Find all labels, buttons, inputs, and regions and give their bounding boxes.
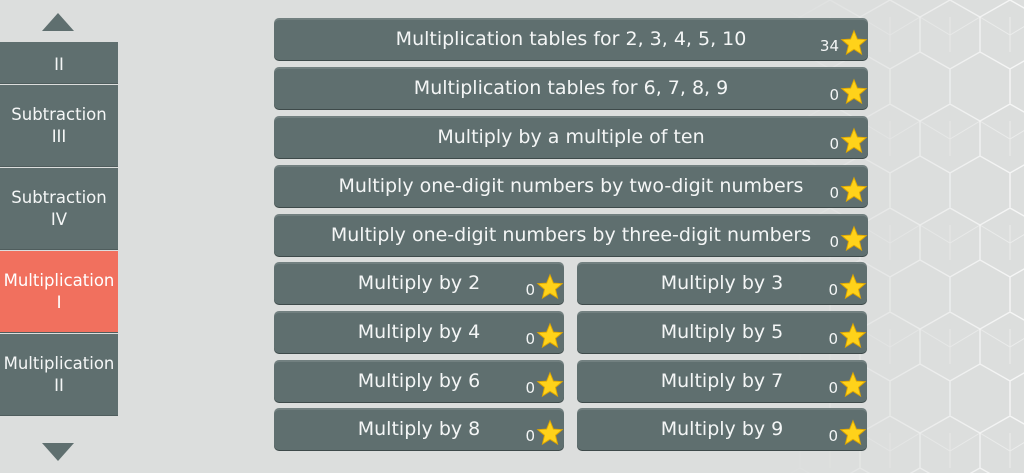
lesson-score: 0 [828, 319, 867, 353]
star-count: 0 [525, 330, 535, 348]
star-count: 0 [828, 427, 838, 445]
lesson-title: Multiplication tables for 6, 7, 8, 9 [413, 77, 729, 99]
triangle-down-icon [42, 443, 74, 461]
star-icon [840, 78, 868, 105]
star-icon [839, 371, 867, 398]
lesson-button-multiply-by-8[interactable]: Multiply by 8 0 [274, 408, 564, 450]
category-item-line1: Subtraction [11, 187, 107, 207]
category-item-multiplication-i[interactable]: Multiplication I [0, 251, 118, 333]
lesson-score: 0 [828, 270, 867, 304]
star-count: 0 [828, 330, 838, 348]
lesson-score: 0 [525, 319, 564, 353]
star-icon [839, 273, 867, 300]
category-sidebar: II Subtraction III Subtraction IV Multip… [0, 0, 118, 473]
category-item-line2: II [54, 375, 64, 395]
category-item-subtraction-iii[interactable]: Subtraction III [0, 85, 118, 167]
lesson-button-multiply-by-7[interactable]: Multiply by 7 0 [577, 360, 867, 402]
category-item-line1: Multiplication [3, 270, 115, 290]
category-list: II Subtraction III Subtraction IV Multip… [0, 42, 118, 430]
star-count: 0 [525, 281, 535, 299]
lesson-score: 0 [829, 222, 868, 256]
category-item-multiplication-ii[interactable]: Multiplication II [0, 334, 118, 416]
lesson-title: Multiply by 8 [357, 418, 481, 440]
star-count: 0 [829, 86, 839, 104]
lesson-title: Multiply by 3 [660, 272, 784, 294]
lesson-button[interactable]: Multiply by a multiple of ten 0 [274, 116, 868, 158]
lesson-button-multiply-by-5[interactable]: Multiply by 5 0 [577, 311, 867, 353]
star-icon [839, 322, 867, 349]
star-icon [536, 322, 564, 349]
star-icon [536, 419, 564, 446]
lesson-score: 0 [829, 124, 868, 158]
lesson-score: 0 [525, 368, 564, 402]
category-item-line2: II [54, 55, 64, 74]
lesson-score: 0 [828, 416, 867, 450]
lesson-button-multiply-by-6[interactable]: Multiply by 6 0 [274, 360, 564, 402]
lesson-button-multiply-by-3[interactable]: Multiply by 3 0 [577, 262, 867, 304]
lesson-title: Multiply by 5 [660, 321, 784, 343]
lesson-button-multiply-by-9[interactable]: Multiply by 9 0 [577, 408, 867, 450]
category-item-line2: I [56, 292, 62, 312]
lesson-title: Multiply by 6 [357, 370, 481, 392]
lesson-score: 0 [525, 416, 564, 450]
scroll-up-button[interactable] [40, 10, 76, 34]
category-item-line2: III [51, 126, 67, 146]
star-icon [840, 225, 868, 252]
lesson-score: 0 [829, 173, 868, 207]
star-count: 0 [829, 233, 839, 251]
lesson-button-multiply-by-2[interactable]: Multiply by 2 0 [274, 262, 564, 304]
star-count: 0 [829, 135, 839, 153]
category-item-line1: Subtraction [11, 104, 107, 124]
category-item-line2: IV [50, 209, 68, 229]
star-icon [839, 419, 867, 446]
star-icon [840, 127, 868, 154]
lesson-title: Multiply by 4 [357, 321, 481, 343]
star-icon [840, 176, 868, 203]
lesson-button[interactable]: Multiplication tables for 2, 3, 4, 5, 10… [274, 18, 868, 60]
lesson-button[interactable]: Multiplication tables for 6, 7, 8, 9 0 [274, 67, 868, 109]
lesson-title: Multiply by a multiple of ten [437, 126, 705, 148]
lesson-button[interactable]: Multiply one-digit numbers by two-digit … [274, 165, 868, 207]
lesson-title: Multiply by 7 [660, 370, 784, 392]
lesson-title: Multiplication tables for 2, 3, 4, 5, 10 [395, 28, 747, 50]
star-count: 0 [525, 379, 535, 397]
star-icon [536, 273, 564, 300]
star-count: 0 [828, 379, 838, 397]
lesson-score: 34 [820, 26, 868, 60]
category-item-subtraction-iv[interactable]: Subtraction IV [0, 168, 118, 250]
star-icon [840, 29, 868, 56]
lesson-title: Multiply by 2 [357, 272, 481, 294]
lesson-title: Multiply one-digit numbers by two-digit … [338, 175, 804, 197]
star-count: 0 [829, 184, 839, 202]
star-count: 34 [819, 37, 839, 55]
star-count: 0 [525, 427, 535, 445]
lesson-score: 0 [828, 368, 867, 402]
triangle-up-icon [42, 13, 74, 31]
category-item[interactable]: II [0, 42, 118, 84]
star-icon [536, 371, 564, 398]
star-count: 0 [828, 281, 838, 299]
lesson-title: Multiply by 9 [660, 418, 784, 440]
lesson-score: 0 [525, 270, 564, 304]
lesson-button-multiply-by-4[interactable]: Multiply by 4 0 [274, 311, 564, 353]
category-item-line1: Multiplication [3, 353, 115, 373]
scroll-down-button[interactable] [40, 440, 76, 464]
lesson-button[interactable]: Multiply one-digit numbers by three-digi… [274, 214, 868, 256]
lesson-title: Multiply one-digit numbers by three-digi… [330, 224, 812, 246]
lesson-score: 0 [829, 75, 868, 109]
